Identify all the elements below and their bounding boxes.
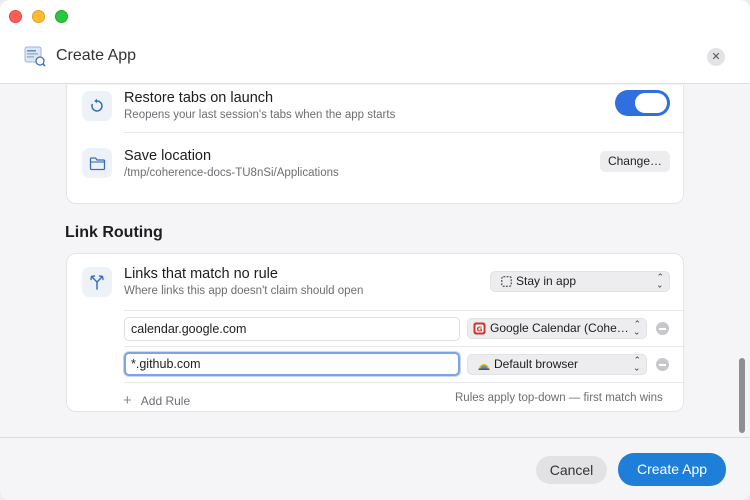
dialog-footer: Cancel Create App: [0, 437, 750, 500]
cancel-button[interactable]: Cancel: [536, 456, 607, 484]
folder-icon: [82, 148, 112, 178]
link-routing-heading: Link Routing: [65, 224, 163, 241]
rules-divider: [124, 310, 685, 311]
create-app-window: Create App ✕ Restore tabs on launch Reop…: [0, 0, 750, 500]
rule-target-select[interactable]: Default browser ⌃ ⌃: [467, 354, 647, 375]
window-dashed-icon: [501, 276, 512, 288]
app-document-icon: [24, 45, 46, 67]
rule-divider: [124, 346, 685, 347]
chevron-updown-icon: ⌃ ⌃: [656, 272, 664, 289]
restore-tabs-toggle[interactable]: [615, 90, 670, 116]
add-rule-label: Add Rule: [140, 394, 191, 408]
rule-target-select[interactable]: G Google Calendar (Cohe… ⌃ ⌃: [467, 318, 647, 339]
save-location-path: /tmp/coherence-docs-TU8nSi/Applications: [124, 167, 339, 179]
title-bar: Create App ✕: [0, 0, 750, 84]
settings-scroll-area[interactable]: Restore tabs on launch Reopens your last…: [0, 85, 750, 437]
chevron-updown-icon: ⌃ ⌃: [633, 319, 641, 336]
general-settings-card: Restore tabs on launch Reopens your last…: [66, 85, 685, 204]
fallback-select[interactable]: Stay in app ⌃ ⌃: [490, 271, 670, 292]
svg-text:G: G: [477, 326, 483, 334]
close-window-button[interactable]: [9, 10, 22, 23]
close-icon: ✕: [711, 51, 721, 63]
plus-icon: +: [123, 392, 132, 409]
google-calendar-icon: G: [473, 322, 486, 335]
zoom-window-button[interactable]: [55, 10, 68, 23]
routing-fork-icon: [82, 267, 112, 297]
browser-icon: [478, 363, 490, 370]
change-location-button[interactable]: Change…: [600, 151, 670, 172]
rules-order-note: Rules apply top-down — first match wins: [455, 392, 663, 404]
rule-target-value: Default browser: [494, 357, 579, 371]
remove-rule-button[interactable]: [656, 322, 669, 335]
close-dialog-button[interactable]: ✕: [707, 48, 725, 66]
remove-rule-button[interactable]: [656, 358, 669, 371]
add-rule-divider: [124, 382, 685, 383]
restore-tabs-title: Restore tabs on launch: [124, 90, 274, 106]
fallback-select-value: Stay in app: [516, 274, 577, 288]
restore-tabs-subtitle: Reopens your last session's tabs when th…: [124, 109, 396, 121]
toggle-knob: [635, 93, 667, 113]
row-divider: [124, 132, 685, 133]
rule-pattern-input[interactable]: *.github.com: [124, 352, 460, 376]
vertical-scrollbar[interactable]: [739, 358, 745, 433]
create-app-button[interactable]: Create App: [618, 453, 726, 486]
add-rule-button[interactable]: + Add Rule: [123, 392, 190, 409]
chevron-updown-icon: ⌃ ⌃: [633, 355, 641, 372]
rule-pattern-input[interactable]: calendar.google.com: [124, 317, 460, 341]
window-title: Create App: [56, 47, 137, 64]
link-routing-card: Links that match no rule Where links thi…: [66, 253, 685, 412]
rule-target-value: Google Calendar (Cohe…: [490, 321, 629, 335]
minimize-window-button[interactable]: [32, 10, 45, 23]
fallback-title: Links that match no rule: [124, 266, 278, 282]
fallback-subtitle: Where links this app doesn't claim shoul…: [124, 285, 364, 297]
save-location-title: Save location: [124, 148, 212, 164]
restore-icon: [82, 91, 112, 121]
